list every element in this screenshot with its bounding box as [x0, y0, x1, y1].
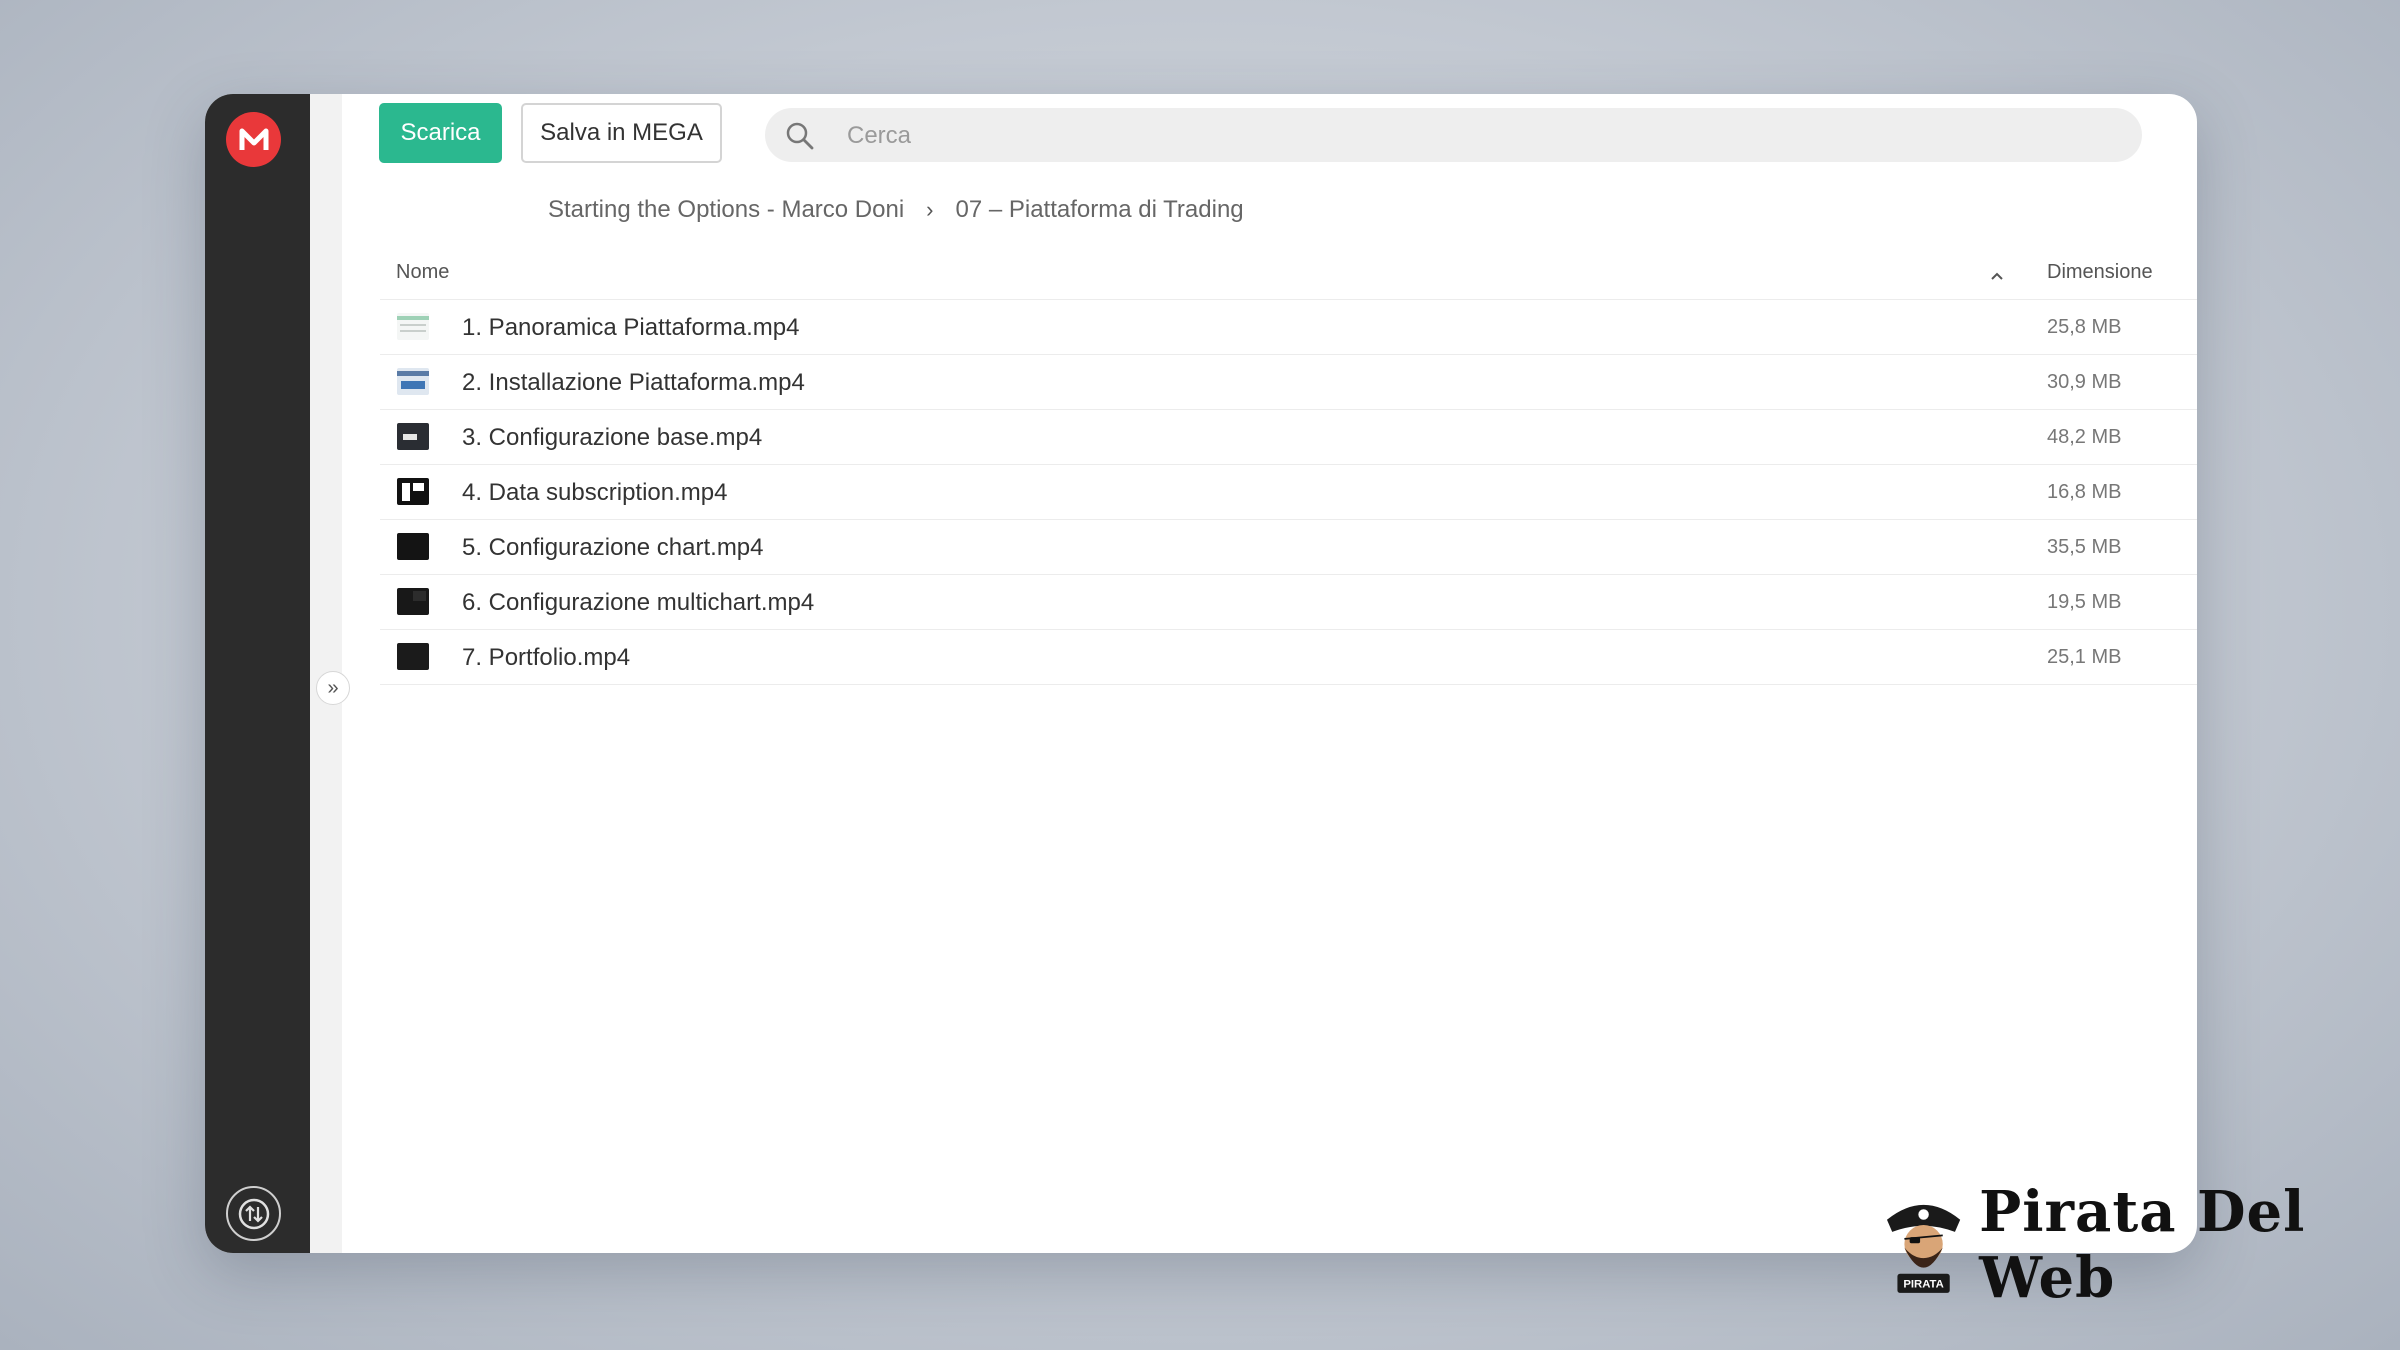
video-thumbnail-icon	[397, 478, 429, 505]
sort-ascending-icon[interactable]	[1990, 264, 2004, 287]
table-row[interactable]: 5. Configurazione chart.mp4 35,5 MB Vide…	[380, 520, 2197, 575]
file-size: 19,5 MB	[2047, 591, 2122, 613]
breadcrumb-item-course[interactable]: Starting the Options - Marco Doni	[548, 196, 904, 224]
breadcrumb-chevron-icon: ›	[926, 197, 934, 222]
file-size: 35,5 MB	[2047, 536, 2122, 558]
file-size: 25,8 MB	[2047, 316, 2122, 338]
breadcrumb: Starting the Options - Marco Doni › 07 –…	[548, 190, 1244, 230]
file-list: Nome Dimensione Tipo 1. Panoramica Piatt…	[380, 244, 2197, 685]
search-icon	[786, 122, 814, 150]
video-thumbnail-icon	[397, 313, 429, 340]
table-row[interactable]: 6. Configurazione multichart.mp4 19,5 MB…	[380, 575, 2197, 630]
save-to-mega-button[interactable]: Salva in MEGA	[521, 103, 722, 163]
file-size: 30,9 MB	[2047, 371, 2122, 393]
mega-logo-icon[interactable]	[226, 112, 281, 167]
table-row[interactable]: 4. Data subscription.mp4 16,8 MB Video M…	[380, 465, 2197, 520]
breadcrumb-item-current[interactable]: 07 – Piattaforma di Trading	[955, 196, 1243, 224]
file-name: 7. Portfolio.mp4	[462, 644, 631, 671]
file-size: 16,8 MB	[2047, 481, 2122, 503]
column-header-name[interactable]: Nome	[396, 261, 449, 284]
mega-window: » Scarica Salva in MEGA Starting the Opt…	[205, 94, 2197, 1253]
video-thumbnail-icon	[397, 368, 429, 395]
sidebar	[205, 94, 310, 1253]
brand-badge: PIRATA	[1903, 1279, 1943, 1291]
table-row[interactable]: 7. Portfolio.mp4 25,1 MB Video MPEG-4	[380, 630, 2197, 685]
file-size: 25,1 MB	[2047, 646, 2122, 668]
table-row[interactable]: 1. Panoramica Piattaforma.mp4 25,8 MB Vi…	[380, 300, 2197, 355]
file-name: 4. Data subscription.mp4	[462, 479, 728, 506]
download-button[interactable]: Scarica	[379, 103, 502, 163]
file-name: 6. Configurazione multichart.mp4	[462, 589, 815, 616]
search-bar[interactable]	[765, 108, 2142, 164]
pirate-logo-icon: PIRATA	[1886, 1204, 1961, 1293]
video-thumbnail-icon	[397, 533, 429, 560]
file-list-header: Nome Dimensione Tipo	[380, 244, 2197, 300]
file-name: 5. Configurazione chart.mp4	[462, 534, 764, 561]
video-thumbnail-icon	[397, 423, 429, 450]
video-thumbnail-icon	[397, 643, 429, 670]
transfer-manager-icon[interactable]	[226, 1186, 281, 1241]
expand-sidebar-icon[interactable]: »	[316, 671, 350, 705]
file-name: 3. Configurazione base.mp4	[462, 424, 763, 451]
brand-name: Pirata Del Web	[1979, 1179, 2306, 1311]
brand-watermark: PIRATA Pirata Del Web	[1880, 1179, 2400, 1311]
search-input[interactable]	[845, 108, 2099, 164]
table-row[interactable]: 2. Installazione Piattaforma.mp4 30,9 MB…	[380, 355, 2197, 410]
file-size: 48,2 MB	[2047, 426, 2122, 448]
file-name: 1. Panoramica Piattaforma.mp4	[462, 314, 800, 341]
table-row[interactable]: 3. Configurazione base.mp4 48,2 MB Video…	[380, 410, 2197, 465]
video-thumbnail-icon	[397, 588, 429, 615]
file-name: 2. Installazione Piattaforma.mp4	[462, 369, 805, 396]
column-header-size[interactable]: Dimensione	[2047, 261, 2153, 284]
